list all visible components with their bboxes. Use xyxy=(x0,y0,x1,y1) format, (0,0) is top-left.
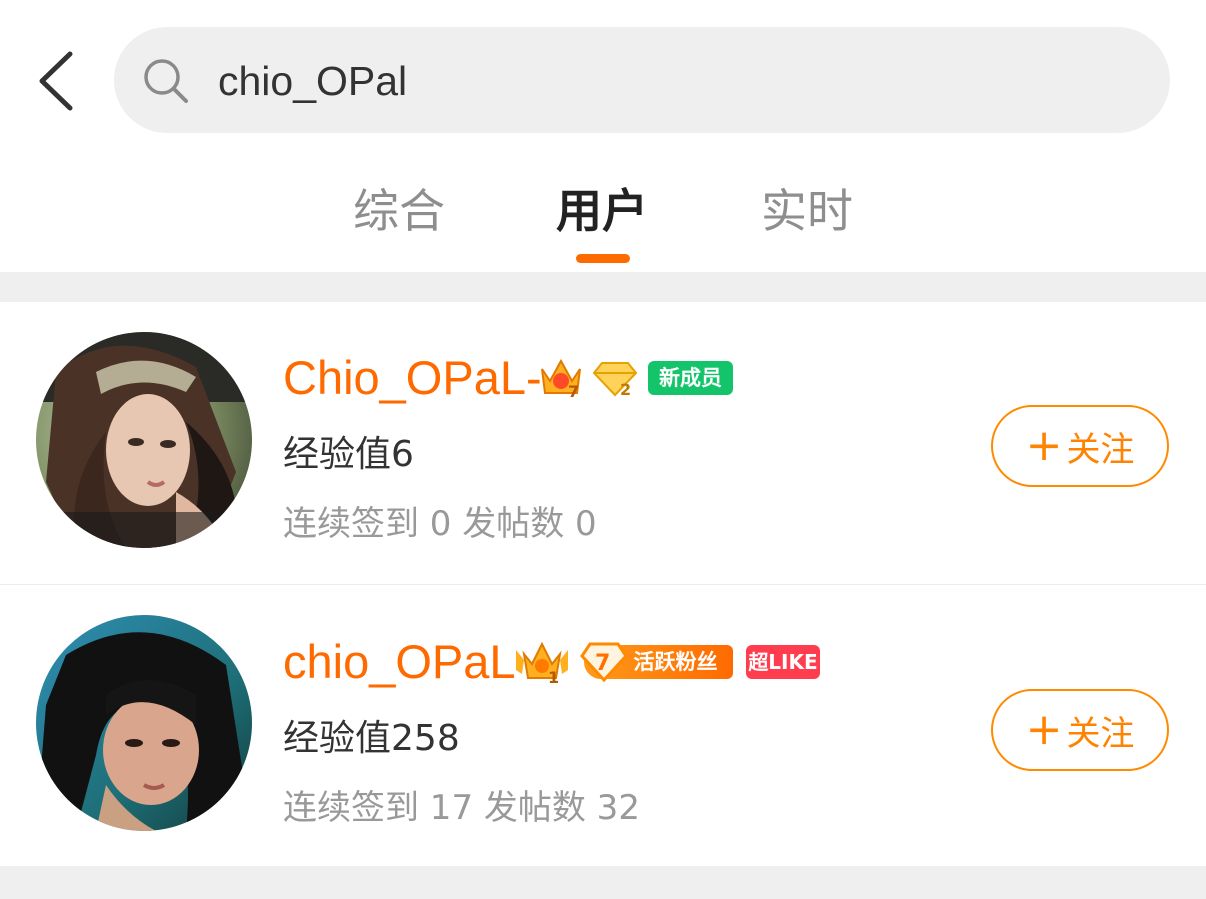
avatar-image xyxy=(36,332,252,548)
super-like-badge: 超LIKE xyxy=(746,645,820,679)
search-results-page: 综合 用户 实时 Chio_OPa xyxy=(0,0,1206,899)
diamond-level-icon: 2 xyxy=(592,362,638,399)
row-divider xyxy=(0,584,1206,585)
follow-button[interactable]: + 关注 xyxy=(991,405,1169,487)
username-link[interactable]: Chio_OPaL- xyxy=(283,350,542,406)
experience: 经验值6 xyxy=(283,432,414,478)
search-icon xyxy=(144,59,188,103)
crown-level-icon: 1 xyxy=(516,641,568,684)
user-stats: 连续签到 17 发帖数 32 xyxy=(283,788,640,828)
follow-label: 关注 xyxy=(1066,713,1135,754)
avatar[interactable] xyxy=(36,615,252,831)
section-divider xyxy=(0,272,1206,302)
crown-level-text: 7 xyxy=(568,382,579,399)
plus-icon: + xyxy=(1025,420,1063,471)
experience-label: 经验值 xyxy=(283,718,392,759)
new-member-badge: 新成员 xyxy=(648,361,733,395)
section-divider xyxy=(0,866,1206,899)
fan-level-icon: 7 xyxy=(580,642,628,683)
back-button[interactable] xyxy=(30,45,86,117)
crown-level-icon: 7 xyxy=(541,358,581,399)
avatar-image xyxy=(36,615,252,831)
follow-label: 关注 xyxy=(1066,429,1135,470)
fan-badge-label: 活跃粉丝 xyxy=(633,650,718,674)
active-tab-indicator xyxy=(576,254,630,263)
plus-icon: + xyxy=(1025,704,1063,755)
user-stats: 连续签到 0 发帖数 0 xyxy=(283,504,597,544)
avatar[interactable] xyxy=(36,332,252,548)
search-input[interactable] xyxy=(218,52,1118,110)
tab-realtime[interactable]: 实时 xyxy=(758,180,856,242)
crown-level-text: 1 xyxy=(548,668,559,684)
experience-value: 258 xyxy=(391,718,460,759)
diamond-level-text: 2 xyxy=(620,380,631,399)
experience: 经验值258 xyxy=(283,716,460,762)
chevron-left-icon xyxy=(39,51,73,111)
follow-button[interactable]: + 关注 xyxy=(991,689,1169,771)
tab-users[interactable]: 用户 xyxy=(553,180,651,242)
tab-general[interactable]: 综合 xyxy=(350,180,448,242)
fan-level-text: 7 xyxy=(595,651,610,676)
experience-label: 经验值 xyxy=(283,434,392,475)
username-link[interactable]: chio_OPaL xyxy=(283,634,516,690)
experience-value: 6 xyxy=(391,434,414,475)
